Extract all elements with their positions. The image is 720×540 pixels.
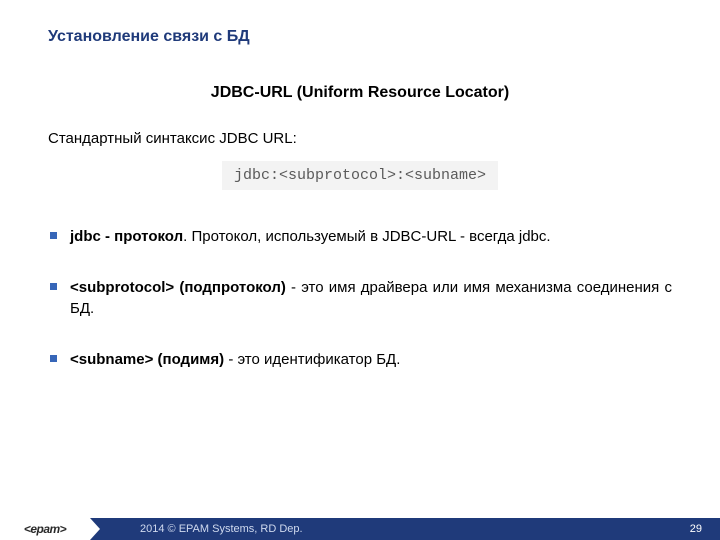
bullet-bold: <subname> (подимя) (70, 351, 224, 368)
footer-bar: <epam> 2014 © EPAM Systems, RD Dep. 29 (0, 518, 720, 540)
list-item: <subprotocol> (подпротокол) - это имя др… (48, 277, 672, 319)
page-number: 29 (690, 523, 702, 535)
intro-text: Стандартный синтаксис JDBC URL: (48, 130, 672, 147)
bullet-text: . Протокол, используемый в JDBC-URL - вс… (183, 228, 550, 245)
code-syntax: jdbc:<subprotocol>:<subname> (222, 161, 498, 190)
bullet-text: - это идентификатор БД. (224, 351, 400, 368)
list-item: <subname> (подимя) - это идентификатор Б… (48, 349, 672, 370)
bullet-list: jdbc - протокол. Протокол, используемый … (48, 226, 672, 370)
list-item: jdbc - протокол. Протокол, используемый … (48, 226, 672, 247)
copyright-text: 2014 © EPAM Systems, RD Dep. (140, 523, 303, 535)
slide-title: Установление связи с БД (48, 28, 672, 46)
slide: Установление связи с БД JDBC-URL (Unifor… (0, 0, 720, 540)
bullet-bold: <subprotocol> (подпротокол) (70, 279, 286, 296)
section-heading: JDBC-URL (Uniform Resource Locator) (48, 84, 672, 102)
bullet-bold: jdbc - протокол (70, 228, 183, 245)
logo-text: <epam> (24, 522, 66, 536)
epam-logo: <epam> (0, 518, 90, 540)
